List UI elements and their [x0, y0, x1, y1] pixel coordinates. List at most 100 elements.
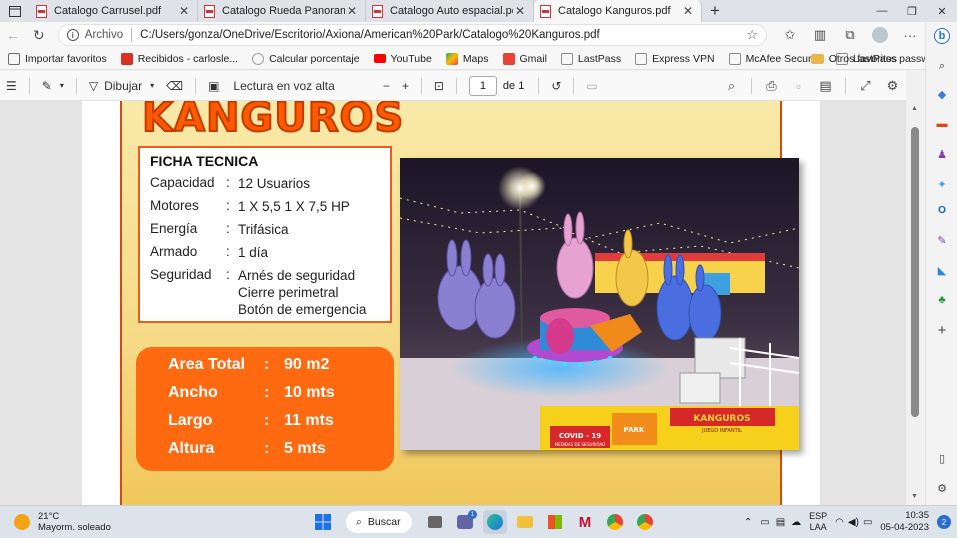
tab-catalogo-rueda[interactable]: Catalogo Rueda Panoramica.pdf ✕: [198, 0, 366, 22]
search-icon: ⌕: [356, 515, 362, 528]
profile-avatar[interactable]: [871, 27, 888, 43]
mcafee-icon[interactable]: M: [573, 510, 597, 534]
save-icon[interactable]: ▫: [785, 79, 812, 94]
tag-icon[interactable]: ◆: [934, 86, 950, 102]
tab-catalogo-auto[interactable]: Catalogo Auto espacial.pdf ✕: [366, 0, 534, 22]
search-icon[interactable]: ⌕: [718, 78, 745, 94]
close-icon[interactable]: ✕: [177, 4, 191, 18]
minimize-icon[interactable]: —: [867, 0, 897, 22]
language-indicator[interactable]: ESP LAA: [809, 511, 827, 533]
info-icon[interactable]: i: [66, 29, 79, 41]
taskbar-search[interactable]: ⌕ Buscar: [346, 511, 412, 533]
office-icon[interactable]: ✦: [934, 176, 950, 192]
tree-icon[interactable]: ♣: [934, 292, 950, 308]
clock-date: 05-04-2023: [880, 522, 929, 533]
speaker-icon[interactable]: ◀): [848, 517, 859, 528]
divider: [845, 78, 846, 94]
page-number-input[interactable]: 1: [468, 75, 497, 96]
new-tab-button[interactable]: +: [702, 1, 728, 21]
read-aloud-button[interactable]: ▣ Lectura en voz alta: [202, 71, 341, 101]
fullscreen-icon[interactable]: ⤢: [852, 78, 879, 94]
bookmark-item[interactable]: Calcular porcentaje: [252, 52, 360, 65]
eraser-button[interactable]: ⌫: [160, 71, 189, 101]
network-icon[interactable]: ▭: [760, 517, 769, 528]
close-icon[interactable]: ✕: [513, 4, 527, 18]
gear-icon[interactable]: ⚙: [879, 78, 906, 94]
rotate-button[interactable]: ↺: [545, 71, 567, 101]
bookmark-item[interactable]: YouTube: [373, 53, 432, 65]
save-as-icon[interactable]: ▤: [812, 78, 839, 94]
teams-icon[interactable]: 1: [453, 510, 477, 534]
split-screen-icon[interactable]: ▥: [805, 27, 835, 43]
fit-page-button[interactable]: ⊡: [428, 71, 450, 101]
notifications-badge[interactable]: 2: [937, 515, 951, 529]
collections-icon[interactable]: ⧉: [835, 27, 865, 43]
read-aloud-label: Lectura en voz alta: [233, 78, 335, 93]
weather-widget[interactable]: 21°C Mayorm. soleado: [14, 511, 111, 533]
games-icon[interactable]: ♟: [934, 146, 950, 162]
add-favorite-icon[interactable]: ☆: [746, 27, 758, 43]
tab-title: Catalogo Kanguros.pdf: [558, 5, 671, 17]
wifi-icon[interactable]: ◠: [835, 517, 844, 528]
page-view-button[interactable]: ▭: [580, 71, 603, 101]
scrollbar-thumb[interactable]: [911, 127, 919, 417]
bookmark-item[interactable]: Maps: [445, 52, 489, 65]
dimension-value: 10 mts: [284, 384, 335, 401]
refresh-button[interactable]: ↻: [26, 22, 52, 48]
system-tray: ⌃ ▭ ▤ ☁ ESP LAA ◠ ◀) ▭ 10:35 05-04-2023 2: [744, 510, 951, 534]
cloud-icon[interactable]: ☁: [791, 517, 801, 528]
bing-icon[interactable]: b: [934, 28, 950, 44]
bookmark-item[interactable]: Recibidos - carlosle...: [120, 52, 238, 65]
draw-button[interactable]: ▽ Dibujar ▾: [83, 71, 160, 101]
sidebar-toggle-icon[interactable]: ▯: [934, 450, 950, 466]
close-icon[interactable]: ✕: [681, 4, 695, 18]
ficha-key: Capacidad: [150, 175, 215, 190]
contents-button[interactable]: ☰: [0, 71, 23, 101]
bookmark-item[interactable]: Importar favoritos: [8, 52, 107, 65]
divider: [131, 28, 133, 42]
designer-icon[interactable]: ✎: [934, 232, 950, 248]
vertical-scrollbar[interactable]: ▲ ▼: [906, 101, 925, 505]
store-icon[interactable]: [543, 510, 567, 534]
favorites-icon[interactable]: ✩: [775, 27, 805, 43]
file-explorer-icon[interactable]: [513, 510, 537, 534]
restore-icon[interactable]: ❐: [897, 0, 927, 22]
bookmark-item[interactable]: Express VPN: [635, 52, 715, 65]
battery-icon[interactable]: ▭: [863, 517, 872, 528]
zoom-out-button[interactable]: −: [377, 71, 396, 101]
gear-icon[interactable]: ⚙: [934, 480, 950, 496]
other-favorites[interactable]: Otros favoritos: [810, 53, 897, 65]
highlight-button[interactable]: ✎ ▾: [36, 71, 70, 101]
zoom-in-button[interactable]: +: [396, 71, 415, 101]
add-icon[interactable]: +: [934, 322, 950, 339]
outlook-icon[interactable]: O: [934, 202, 950, 218]
bookmark-item[interactable]: LastPass: [560, 52, 621, 65]
search-icon[interactable]: ⌕: [934, 58, 950, 74]
bookmark-item[interactable]: Gmail: [502, 52, 547, 65]
tab-catalogo-carrusel[interactable]: Catalogo Carrusel.pdf ✕: [30, 0, 198, 22]
task-view-icon[interactable]: [423, 510, 447, 534]
folder-sync-icon[interactable]: ▤: [776, 517, 785, 528]
chrome-profile-icon[interactable]: [633, 510, 657, 534]
start-button[interactable]: [311, 510, 335, 534]
edge-icon[interactable]: [483, 510, 507, 534]
tab-actions-button[interactable]: [0, 0, 30, 22]
scroll-up-icon[interactable]: ▲: [911, 105, 918, 112]
briefcase-icon[interactable]: ▬: [934, 116, 950, 132]
back-button[interactable]: ←: [0, 22, 26, 48]
tab-catalogo-kanguros[interactable]: Catalogo Kanguros.pdf ✕: [534, 0, 702, 22]
close-icon[interactable]: ✕: [345, 4, 359, 18]
drop-icon[interactable]: ◣: [934, 262, 950, 278]
sign-name: KANGUROS: [693, 414, 750, 424]
more-icon[interactable]: ···: [895, 28, 925, 43]
close-window-icon[interactable]: ✕: [927, 0, 957, 22]
url-text[interactable]: C:/Users/gonza/OneDrive/Escritorio/Axion…: [140, 29, 746, 41]
chrome-icon[interactable]: [603, 510, 627, 534]
pdf-viewer[interactable]: KANGUROS FICHA TECNICA Capacidad:12 Usua…: [0, 101, 906, 505]
clock[interactable]: 10:35 05-04-2023: [880, 510, 929, 534]
bookmark-item[interactable]: McAfee Security: [728, 52, 822, 65]
scroll-down-icon[interactable]: ▼: [911, 493, 918, 500]
chevron-up-icon[interactable]: ⌃: [744, 517, 752, 528]
print-icon[interactable]: ⎙: [758, 78, 785, 94]
omnibox[interactable]: i Archivo C:/Users/gonza/OneDrive/Escrit…: [57, 24, 767, 46]
